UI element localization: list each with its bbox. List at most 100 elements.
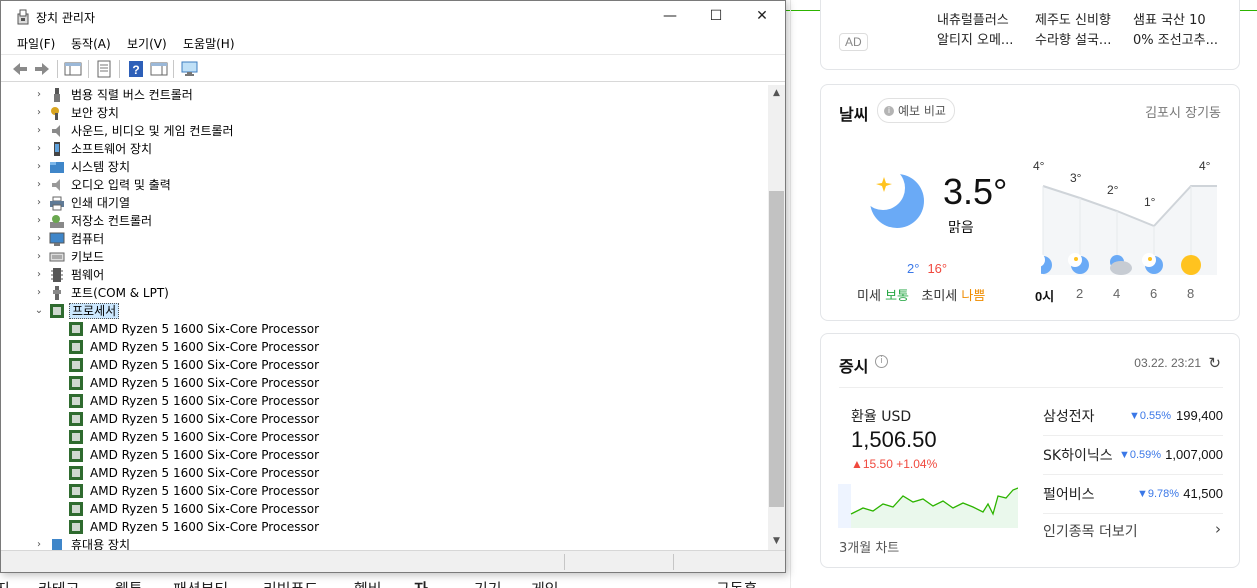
scroll-up-arrow-icon[interactable]: ▲ <box>768 85 785 102</box>
processor-item[interactable]: AMD Ryzen 5 1600 Six-Core Processor <box>7 446 767 464</box>
popular-stocks-more-link[interactable]: 인기종목 더보기 <box>1043 521 1138 541</box>
weather-title[interactable]: 날씨 <box>839 101 868 125</box>
maximize-button[interactable]: ☐ <box>693 1 739 32</box>
tree-category[interactable]: › 소프트웨어 장치 <box>7 140 767 158</box>
tree-category[interactable]: › 휴대용 장치 <box>7 536 767 550</box>
chevron-right-icon[interactable]: › <box>33 250 45 264</box>
stock-title[interactable]: 증시 <box>839 353 868 377</box>
chevron-right-icon[interactable]: › <box>1215 520 1221 538</box>
chevron-right-icon[interactable]: › <box>33 268 45 282</box>
processor-item[interactable]: AMD Ryzen 5 1600 Six-Core Processor <box>7 464 767 482</box>
nav-item[interactable]: 헬비 <box>354 578 382 588</box>
stock-row[interactable]: 펄어비스 ▼9.78% 41,500 <box>1043 482 1223 508</box>
nav-item[interactable]: 웹툰 <box>115 578 143 588</box>
chevron-right-icon[interactable]: › <box>33 232 45 246</box>
processor-icon <box>69 412 83 426</box>
vertical-scrollbar[interactable]: ▲ ▼ <box>768 85 785 550</box>
chevron-right-icon[interactable]: › <box>33 538 45 550</box>
ad-item[interactable]: 내츄럴플러스 알티지 오메... <box>937 11 1027 51</box>
tree-category[interactable]: › 저장소 컨트롤러 <box>7 212 767 230</box>
nav-item[interactable]: 카테고 <box>38 578 79 588</box>
menu-action[interactable]: 동작(A) <box>71 35 111 52</box>
chevron-down-icon[interactable]: ⌄ <box>33 304 45 318</box>
processor-item[interactable]: AMD Ryzen 5 1600 Six-Core Processor <box>7 410 767 428</box>
back-arrow-icon[interactable] <box>11 60 29 78</box>
nav-item[interactable]: 리빙푸드 <box>263 578 318 588</box>
action-pane-icon[interactable] <box>150 60 168 78</box>
tree-category[interactable]: › 펌웨어 <box>7 266 767 284</box>
toolbar-separator <box>173 60 174 78</box>
close-button[interactable]: ✕ <box>739 1 785 32</box>
show-hide-console-tree-icon[interactable] <box>64 60 82 78</box>
processor-item[interactable]: AMD Ryzen 5 1600 Six-Core Processor <box>7 356 767 374</box>
ad-item[interactable]: 제주도 신비향 수라향 설국... <box>1035 11 1125 51</box>
nav-item[interactable]: 지 <box>0 578 10 588</box>
stock-row[interactable]: SK하이닉스 ▼0.59% 1,007,000 <box>1043 443 1223 469</box>
tree-category[interactable]: › 보안 장치 <box>7 104 767 122</box>
menu-view[interactable]: 보기(V) <box>127 35 167 52</box>
properties-icon[interactable] <box>95 60 113 78</box>
processor-item[interactable]: AMD Ryzen 5 1600 Six-Core Processor <box>7 320 767 338</box>
processor-item[interactable]: AMD Ryzen 5 1600 Six-Core Processor <box>7 374 767 392</box>
high-temp: 16° <box>927 261 948 276</box>
scroll-thumb[interactable] <box>769 191 784 507</box>
forecast-compare-button[interactable]: i 예보 비교 <box>877 98 955 123</box>
tree-category-processor[interactable]: ⌄ 프로세서 <box>7 302 767 320</box>
nav-item[interactable]: 자 <box>414 578 428 588</box>
tree-category[interactable]: › 범용 직렬 버스 컨트롤러 <box>7 86 767 104</box>
processor-item[interactable]: AMD Ryzen 5 1600 Six-Core Processor <box>7 392 767 410</box>
menu-file[interactable]: 파일(F) <box>17 35 55 52</box>
processor-item[interactable]: AMD Ryzen 5 1600 Six-Core Processor <box>7 428 767 446</box>
tree-category[interactable]: › 인쇄 대기열 <box>7 194 767 212</box>
hourly-label: 4 <box>1113 286 1121 301</box>
three-month-chart-link[interactable]: 3개월 차트 <box>839 537 899 556</box>
tree-category[interactable]: › 오디오 입력 및 출력 <box>7 176 767 194</box>
nav-item[interactable]: 게임 <box>531 578 559 588</box>
tree-category[interactable]: › 사운드, 비디오 및 게임 컨트롤러 <box>7 122 767 140</box>
chevron-right-icon[interactable]: › <box>33 142 45 156</box>
nav-item[interactable]: 구독홍 <box>716 578 757 588</box>
chevron-right-icon[interactable]: › <box>33 124 45 138</box>
fx-change: ▲15.50 +1.04% <box>851 457 938 471</box>
nav-item[interactable]: 패션뷰티 <box>173 578 228 588</box>
category-nav: 지 카테고 웹툰 패션뷰티 리빙푸드 헬비 자 기기 게임 구독홍 <box>0 576 790 588</box>
title-bar[interactable]: 장치 관리자 — ☐ ✕ <box>1 1 785 32</box>
chevron-right-icon[interactable]: › <box>33 196 45 210</box>
processor-item[interactable]: AMD Ryzen 5 1600 Six-Core Processor <box>7 482 767 500</box>
scroll-down-arrow-icon[interactable]: ▼ <box>768 533 785 550</box>
toolbar-separator <box>57 60 58 78</box>
menu-help[interactable]: 도움말(H) <box>183 35 235 52</box>
ad-item-line2: 수라향 설국... <box>1035 33 1112 48</box>
tree-category[interactable]: › 컴퓨터 <box>7 230 767 248</box>
chevron-right-icon[interactable]: › <box>33 106 45 120</box>
chevron-right-icon[interactable]: › <box>33 160 45 174</box>
tree-category[interactable]: › 키보드 <box>7 248 767 266</box>
help-icon[interactable]: ? <box>127 60 145 78</box>
tree-category[interactable]: › 시스템 장치 <box>7 158 767 176</box>
tree-category-label: 휴대용 장치 <box>71 538 131 550</box>
fx-label[interactable]: 환율 USD <box>851 406 911 426</box>
processor-item[interactable]: AMD Ryzen 5 1600 Six-Core Processor <box>7 338 767 356</box>
processor-label: AMD Ryzen 5 1600 Six-Core Processor <box>90 448 320 462</box>
minimize-button[interactable]: — <box>647 1 693 32</box>
chevron-right-icon[interactable]: › <box>33 88 45 102</box>
ad-item[interactable]: 샘표 국산 10 0% 조선고추... <box>1133 11 1223 51</box>
forward-arrow-icon[interactable] <box>33 60 51 78</box>
sun-icon <box>1181 255 1201 275</box>
processor-item[interactable]: AMD Ryzen 5 1600 Six-Core Processor <box>7 518 767 536</box>
toolbar-separator <box>119 60 120 78</box>
scan-hardware-icon[interactable] <box>181 60 199 78</box>
info-icon[interactable]: i <box>875 355 888 368</box>
chevron-right-icon[interactable]: › <box>33 214 45 228</box>
processor-label: AMD Ryzen 5 1600 Six-Core Processor <box>90 484 320 498</box>
chevron-right-icon[interactable]: › <box>33 286 45 300</box>
chevron-right-icon[interactable]: › <box>33 178 45 192</box>
refresh-icon[interactable]: ↻ <box>1208 354 1221 372</box>
tree-category[interactable]: › 포트(COM & LPT) <box>7 284 767 302</box>
weather-location[interactable]: 김포시 장기동 <box>1145 102 1221 121</box>
nav-item[interactable]: 기기 <box>474 578 502 588</box>
processor-item[interactable]: AMD Ryzen 5 1600 Six-Core Processor <box>7 500 767 518</box>
port-icon <box>53 286 61 300</box>
stock-row[interactable]: 삼성전자 ▼0.55% 199,400 <box>1043 404 1223 430</box>
hourly-label: 0시 <box>1035 289 1055 304</box>
